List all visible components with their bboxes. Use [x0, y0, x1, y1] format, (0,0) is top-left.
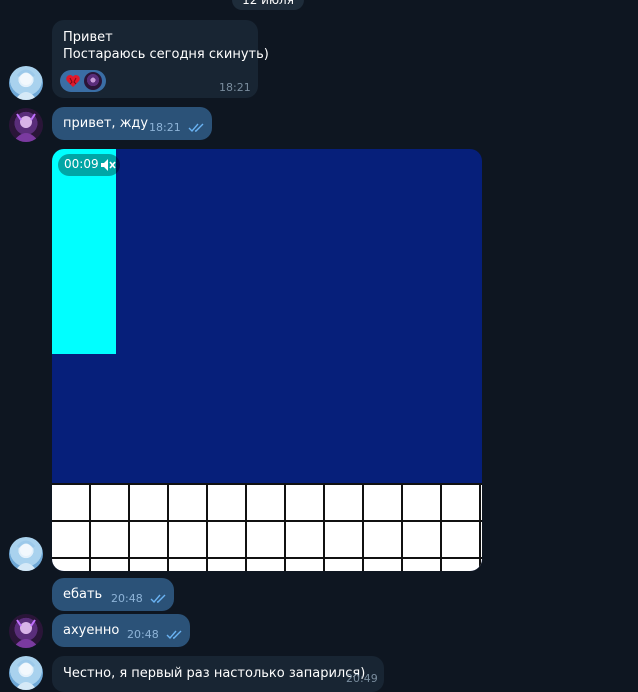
message-text: ебать: [63, 587, 103, 602]
video-duration: 00:09: [64, 157, 99, 171]
my-avatar[interactable]: [9, 614, 43, 648]
outgoing-message[interactable]: ахуенно 20:48: [52, 614, 190, 647]
message-text-line-2: Постараюсь сегодня скинуть): [63, 47, 269, 62]
read-ticks-icon: [188, 123, 204, 133]
message-text: Честно, я первый раз настолько запарился…: [63, 666, 366, 681]
contact-avatar[interactable]: [9, 66, 43, 100]
incoming-message[interactable]: Честно, я первый раз настолько запарился…: [52, 656, 384, 692]
outgoing-message[interactable]: привет, жду 18:21: [52, 107, 212, 140]
heart-emoji-icon: [66, 75, 80, 87]
message-time: 18:21: [149, 121, 181, 134]
contact-avatar[interactable]: [9, 656, 43, 690]
video-message[interactable]: 00:09: [52, 149, 482, 571]
reactions-bar[interactable]: [60, 70, 106, 92]
video-frame-grid: [52, 483, 482, 571]
contact-avatar[interactable]: [9, 537, 43, 571]
video-frame-cyan-block: [52, 149, 116, 354]
message-time: 20:49: [346, 672, 378, 685]
message-time: 20:48: [127, 628, 159, 641]
muted-speaker-icon[interactable]: [100, 157, 116, 173]
reaction-avatar: [84, 72, 102, 90]
read-ticks-icon: [166, 630, 182, 640]
date-header: 12 июля: [232, 0, 304, 10]
message-text: ахуенно: [63, 623, 120, 638]
message-time: 20:48: [111, 592, 143, 605]
read-ticks-icon: [150, 594, 166, 604]
message-text: привет, жду: [63, 116, 149, 131]
message-time: 18:21: [219, 81, 251, 94]
message-text-line-1: Привет: [63, 30, 113, 45]
incoming-message[interactable]: Привет Постараюсь сегодня скинуть) 18:21: [52, 20, 269, 98]
my-avatar[interactable]: [9, 108, 43, 142]
video-info-badge: 00:09: [58, 154, 120, 176]
outgoing-message[interactable]: ебать 20:48: [52, 578, 174, 611]
